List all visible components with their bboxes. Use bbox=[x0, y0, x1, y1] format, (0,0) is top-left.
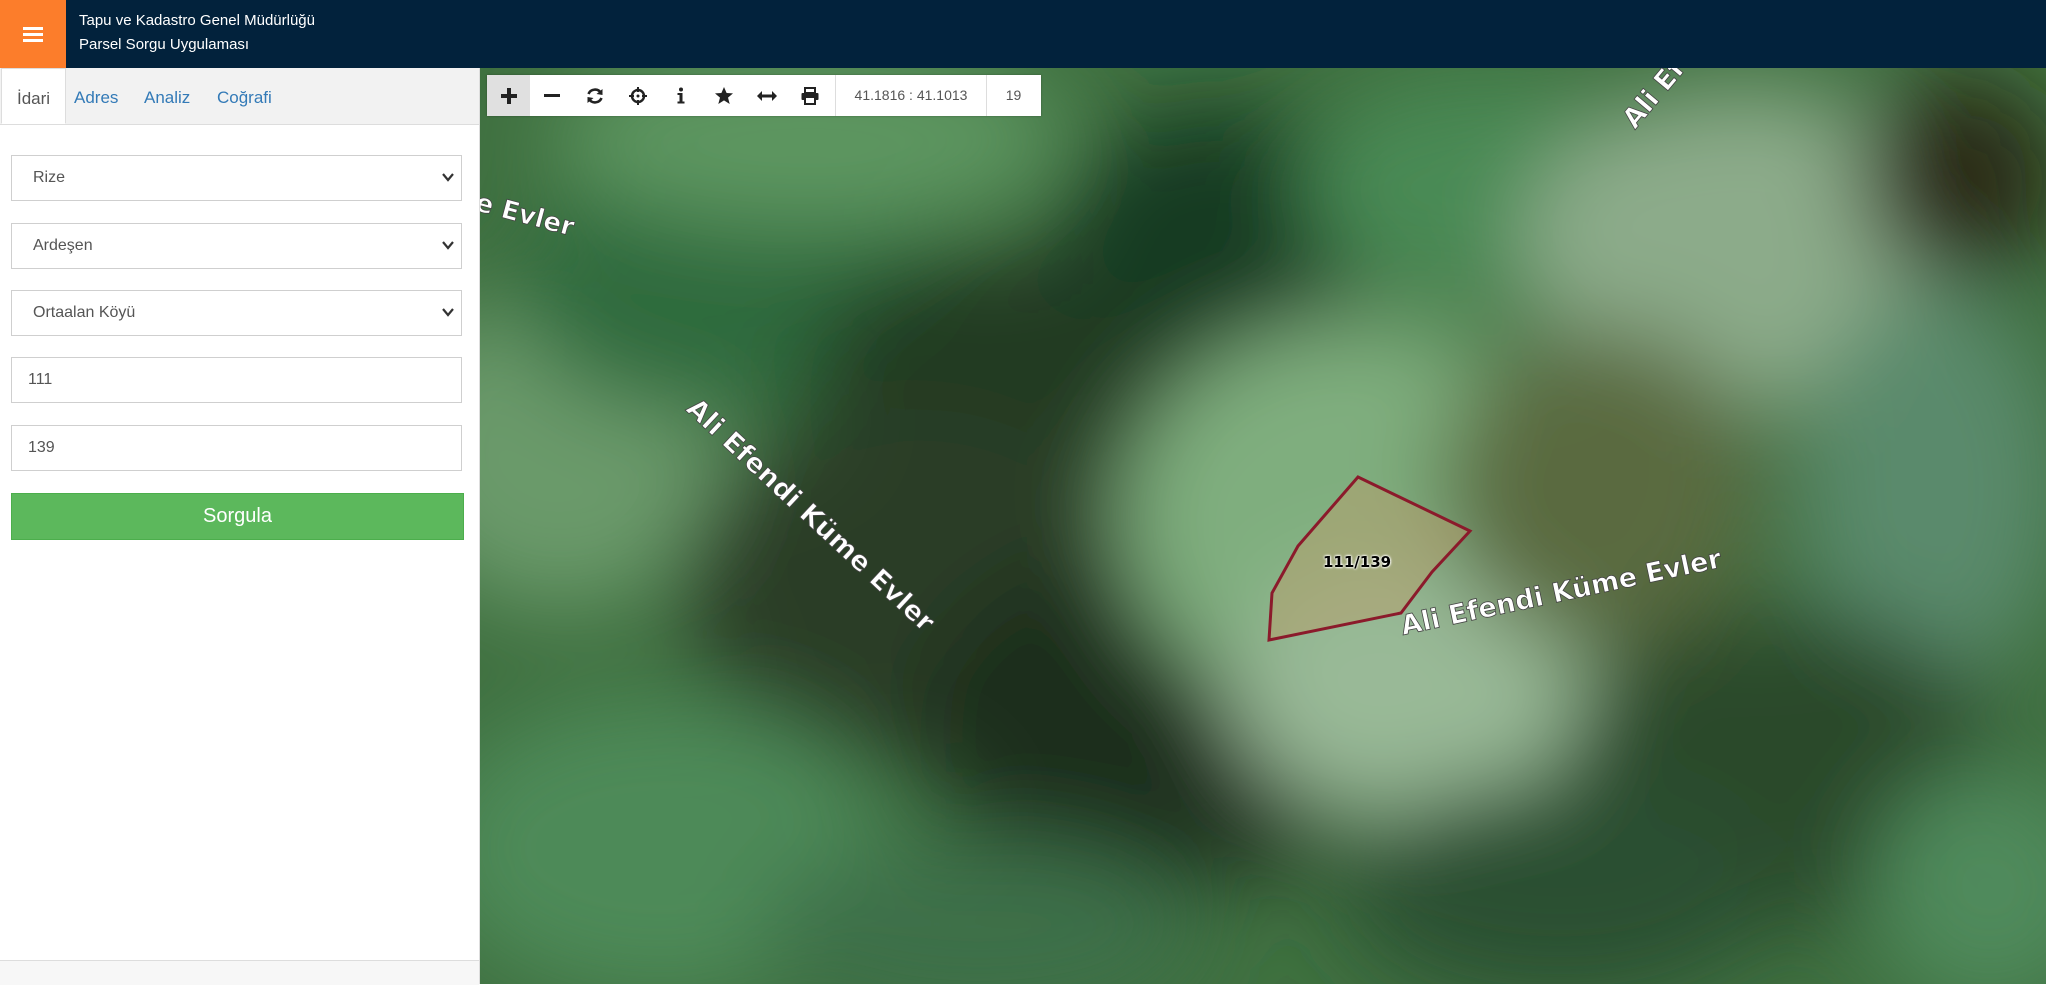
sidebar-footer bbox=[0, 960, 479, 985]
locate-icon bbox=[628, 86, 647, 105]
refresh-icon bbox=[586, 87, 603, 104]
tab-analiz[interactable]: Analiz bbox=[144, 68, 190, 124]
query-button[interactable]: Sorgula bbox=[11, 493, 464, 540]
province-select[interactable]: Rize bbox=[11, 155, 462, 201]
zoom-in-icon bbox=[500, 87, 517, 104]
map-view[interactable]: e Evler Ali Efendi Küme Evler Ali Efendi… bbox=[480, 68, 2046, 984]
tab-idari[interactable]: İdari bbox=[1, 68, 67, 124]
tab-cografi[interactable]: Coğrafi bbox=[217, 68, 272, 124]
zoom-level: 19 bbox=[1005, 87, 1022, 103]
query-tabs: İdari Adres Analiz Coğrafi bbox=[0, 68, 479, 125]
district-select[interactable]: Ardeşen bbox=[11, 223, 462, 269]
refresh-button[interactable] bbox=[573, 75, 616, 116]
neighborhood-select[interactable]: Ortaalan Köyü bbox=[11, 290, 462, 336]
chevron-down-icon bbox=[442, 173, 454, 182]
parcel-number-input[interactable]: 139 bbox=[11, 425, 462, 471]
top-bar: Tapu ve Kadastro Genel Müdürlüğü Parsel … bbox=[0, 0, 2046, 68]
info-icon bbox=[677, 87, 684, 103]
measure-button[interactable] bbox=[745, 75, 788, 116]
province-select-value: Rize bbox=[33, 169, 66, 186]
neighborhood-select-value: Ortaalan Köyü bbox=[33, 304, 136, 321]
parcel-number-value: 139 bbox=[28, 439, 55, 456]
satellite-imagery: e Evler Ali Efendi Küme Evler Ali Efendi… bbox=[480, 68, 2046, 984]
info-button[interactable] bbox=[659, 75, 702, 116]
locate-button[interactable] bbox=[616, 75, 659, 116]
star-icon bbox=[714, 86, 733, 104]
block-number-input[interactable]: 111 bbox=[11, 357, 462, 403]
app-title: Tapu ve Kadastro Genel Müdürlüğü Parsel … bbox=[79, 9, 315, 57]
menu-button[interactable] bbox=[0, 0, 66, 68]
app-title-line2: Parsel Sorgu Uygulaması bbox=[79, 36, 250, 53]
coordinate-readout: 41.1816 : 41.1013 bbox=[835, 75, 987, 116]
tab-adres[interactable]: Adres bbox=[74, 68, 118, 124]
zoom-in-button[interactable] bbox=[487, 75, 530, 116]
measure-icon bbox=[756, 90, 777, 101]
hamburger-icon bbox=[23, 27, 43, 42]
query-sidebar: İdari Adres Analiz Coğrafi Rize Ardeşen … bbox=[0, 68, 480, 985]
parcel-label: 111/139 bbox=[1323, 553, 1392, 571]
district-select-value: Ardeşen bbox=[33, 237, 93, 254]
block-number-value: 111 bbox=[28, 371, 53, 388]
chevron-down-icon bbox=[442, 308, 454, 317]
map-toolbar: 41.1816 : 41.1013 19 bbox=[487, 75, 1041, 116]
app-title-line1: Tapu ve Kadastro Genel Müdürlüğü bbox=[79, 12, 315, 29]
zoom-out-icon bbox=[543, 93, 560, 97]
print-button[interactable] bbox=[788, 75, 831, 116]
zoom-out-button[interactable] bbox=[530, 75, 573, 116]
chevron-down-icon bbox=[442, 241, 454, 250]
favorite-button[interactable] bbox=[702, 75, 745, 116]
print-icon bbox=[801, 86, 818, 105]
